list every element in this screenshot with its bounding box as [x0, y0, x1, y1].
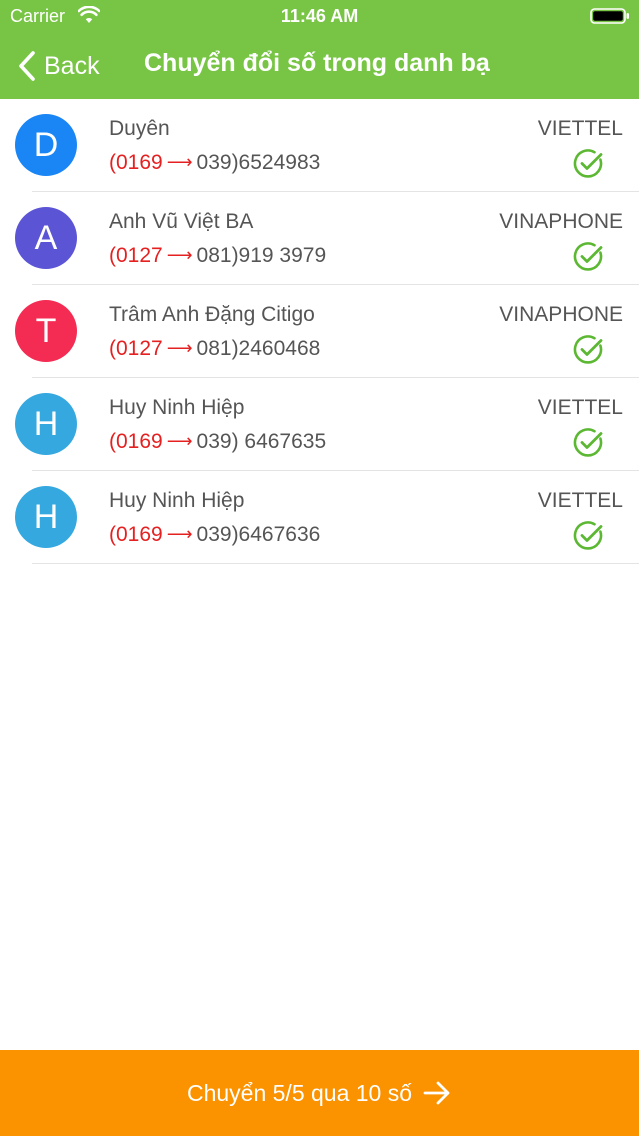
phone-conversion: (0169 ⟶ 039) 6467635 [109, 430, 326, 454]
page-title: Chuyển đổi số trong danh bạ [144, 49, 490, 77]
back-label: Back [44, 51, 100, 80]
old-prefix: (0169 [109, 151, 163, 174]
status-bar: Carrier 11:46 AM [0, 0, 639, 32]
contact-name: Trâm Anh Đặng Citigo [109, 303, 315, 326]
check-circle-icon [573, 428, 603, 457]
long-arrow-right-icon: ⟶ [166, 244, 193, 265]
contact-row[interactable]: H Huy Ninh Hiệp (0169 ⟶ 039)6467636 VIETTE… [0, 471, 639, 564]
contact-name: Huy Ninh Hiệp [109, 489, 245, 512]
contact-row[interactable]: A Anh Vũ Việt BA (0127 ⟶ 081)919 3979 VINA… [0, 192, 639, 285]
contact-row[interactable]: D Duyên (0169 ⟶ 039)6524983 VIETTEL [0, 99, 639, 192]
carrier-name: VIETTEL [537, 396, 623, 419]
long-arrow-right-icon: ⟶ [166, 523, 193, 544]
carrier-name: VIETTEL [537, 117, 623, 140]
navigation-bar: Back Chuyển đổi số trong danh bạ [0, 32, 639, 99]
phone-conversion: (0127 ⟶ 081)919 3979 [109, 244, 326, 268]
contact-row[interactable]: H Huy Ninh Hiệp (0169 ⟶ 039) 6467635 VIETT… [0, 378, 639, 471]
arrow-right-icon [423, 1081, 450, 1105]
check-circle-icon [573, 242, 603, 271]
avatar: H [15, 393, 77, 455]
contact-row[interactable]: T Trâm Anh Đặng Citigo (0127 ⟶ 081)2460468… [0, 285, 639, 378]
check-circle-icon [573, 521, 603, 550]
new-number: 081)2460468 [196, 337, 321, 360]
contact-list: D Duyên (0169 ⟶ 039)6524983 VIETTEL A Anh … [0, 99, 639, 564]
status-time: 11:46 AM [280, 6, 359, 26]
carrier-name: VIETTEL [537, 489, 623, 512]
new-number: 039)6467636 [196, 523, 321, 546]
check-circle-icon [573, 149, 603, 178]
back-button[interactable]: Back [16, 47, 100, 85]
carrier-name: VINAPHONE [499, 210, 623, 233]
header: Carrier 11:46 AM Back Chuyển đổi số tron… [0, 0, 639, 99]
new-number: 039) 6467635 [196, 430, 327, 453]
contact-name: Duyên [109, 117, 170, 140]
avatar: T [15, 300, 77, 362]
old-prefix: (0169 [109, 523, 163, 546]
long-arrow-right-icon: ⟶ [166, 337, 193, 358]
long-arrow-right-icon: ⟶ [166, 151, 193, 172]
chevron-left-icon [19, 51, 35, 81]
old-prefix: (0169 [109, 430, 163, 453]
contact-name: Anh Vũ Việt BA [109, 210, 254, 233]
phone-conversion: (0127 ⟶ 081)2460468 [109, 337, 320, 361]
avatar: D [15, 114, 77, 176]
long-arrow-right-icon: ⟶ [166, 430, 193, 451]
old-prefix: (0127 [109, 337, 163, 360]
battery-icon [590, 8, 629, 24]
phone-conversion: (0169 ⟶ 039)6467636 [109, 523, 320, 547]
avatar: A [15, 207, 77, 269]
convert-button-label: Chuyển 5/5 qua 10 số [186, 1079, 413, 1106]
screen: Carrier 11:46 AM Back Chuyển đổi số tron… [0, 0, 639, 1136]
new-number: 081)919 3979 [196, 244, 327, 267]
phone-conversion: (0169 ⟶ 039)6524983 [109, 151, 320, 175]
convert-button[interactable]: Chuyển 5/5 qua 10 số [0, 1050, 639, 1136]
new-number: 039)6524983 [196, 151, 321, 174]
avatar: H [15, 486, 77, 548]
carrier-name: VINAPHONE [499, 303, 623, 326]
old-prefix: (0127 [109, 244, 163, 267]
check-circle-icon [573, 335, 603, 364]
contact-name: Huy Ninh Hiệp [109, 396, 245, 419]
